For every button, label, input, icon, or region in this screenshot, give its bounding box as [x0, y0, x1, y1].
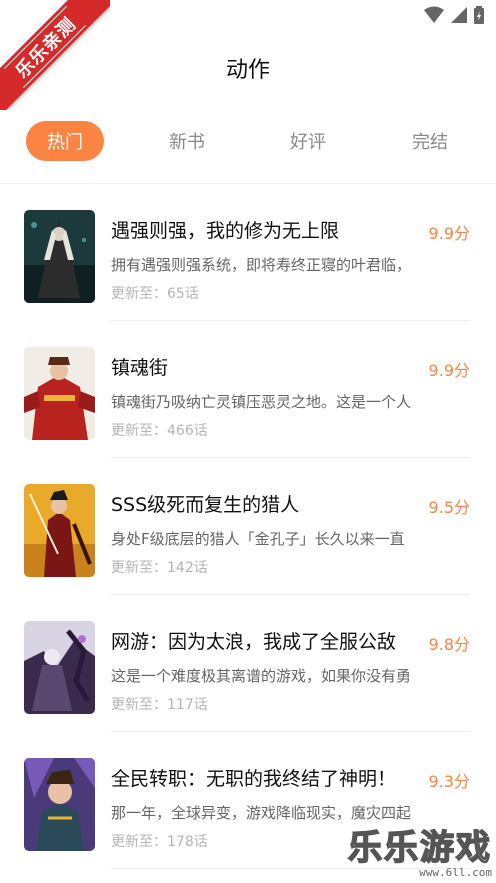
comic-cover[interactable]	[24, 210, 95, 303]
comic-item[interactable]: 网游：因为太浪，我成了全服公敌 9.8分 这是一个难度极其离谱的游戏，如果你没有…	[0, 595, 496, 732]
comic-title: 网游：因为太浪，我成了全服公敌	[111, 631, 397, 653]
comic-score: 9.3分	[428, 772, 470, 791]
screen: 乐乐亲测 动作 热门 新书 好评 完结 遇强则强，我的修为无上限 9.9分 拥有…	[0, 0, 496, 883]
comic-desc: 那一年，全球异变，游戏降临现实，魔灾四起	[111, 804, 412, 822]
comic-cover[interactable]	[24, 758, 95, 851]
battery-icon	[474, 6, 484, 24]
comic-cover[interactable]	[24, 347, 95, 440]
comic-update: 更新至：178话	[111, 834, 208, 850]
comic-title: SSS级死而复生的猎人	[111, 494, 300, 516]
comic-update: 更新至：117话	[111, 697, 208, 713]
category-tabs: 热门 新书 好评 完结	[0, 121, 496, 161]
watermark-main: 乐乐游戏	[347, 828, 492, 868]
tab-hot[interactable]: 热门	[26, 121, 104, 161]
comic-score: 9.8分	[428, 635, 470, 654]
ribbon-label: 乐乐亲测	[3, 5, 87, 89]
comic-desc: 镇魂街乃吸纳亡灵镇压恶灵之地。这是一个人	[111, 393, 412, 411]
tab-rated[interactable]: 好评	[269, 121, 347, 161]
comic-desc: 身处F级底层的猎人「金孔子」长久以来一直	[111, 530, 405, 548]
comic-score: 9.9分	[428, 224, 470, 243]
comic-cover[interactable]	[24, 621, 95, 714]
comic-update: 更新至：65话	[111, 286, 199, 302]
test-ribbon: 乐乐亲测	[0, 0, 110, 110]
comic-score: 9.5分	[428, 498, 470, 517]
comic-update: 更新至：142话	[111, 560, 208, 576]
comic-title: 遇强则强，我的修为无上限	[111, 220, 340, 242]
comic-title: 全民转职：无职的我终结了神明！	[111, 768, 397, 790]
comic-title: 镇魂街	[111, 357, 169, 379]
comic-item[interactable]: 遇强则强，我的修为无上限 9.9分 拥有遇强则强系统，即将寿终正寝的叶君临， 更…	[0, 184, 496, 321]
tab-new[interactable]: 新书	[148, 121, 226, 161]
comic-desc: 这是一个难度极其离谱的游戏，如果你没有勇	[111, 667, 412, 685]
comic-item[interactable]: 镇魂街 9.9分 镇魂街乃吸纳亡灵镇压恶灵之地。这是一个人 更新至：466话	[0, 321, 496, 458]
watermark: 乐乐游戏 www.6ll.com	[347, 828, 492, 879]
comic-score: 9.9分	[428, 361, 470, 380]
wifi-icon	[424, 6, 444, 23]
comic-list: 遇强则强，我的修为无上限 9.9分 拥有遇强则强系统，即将寿终正寝的叶君临， 更…	[0, 184, 496, 869]
comic-item[interactable]: SSS级死而复生的猎人 9.5分 身处F级底层的猎人「金孔子」长久以来一直 更新…	[0, 458, 496, 595]
tab-finished[interactable]: 完结	[391, 121, 469, 161]
signal-icon	[451, 7, 467, 23]
comic-desc: 拥有遇强则强系统，即将寿终正寝的叶君临，	[111, 256, 412, 274]
comic-cover[interactable]	[24, 484, 95, 577]
comic-update: 更新至：466话	[111, 423, 208, 439]
